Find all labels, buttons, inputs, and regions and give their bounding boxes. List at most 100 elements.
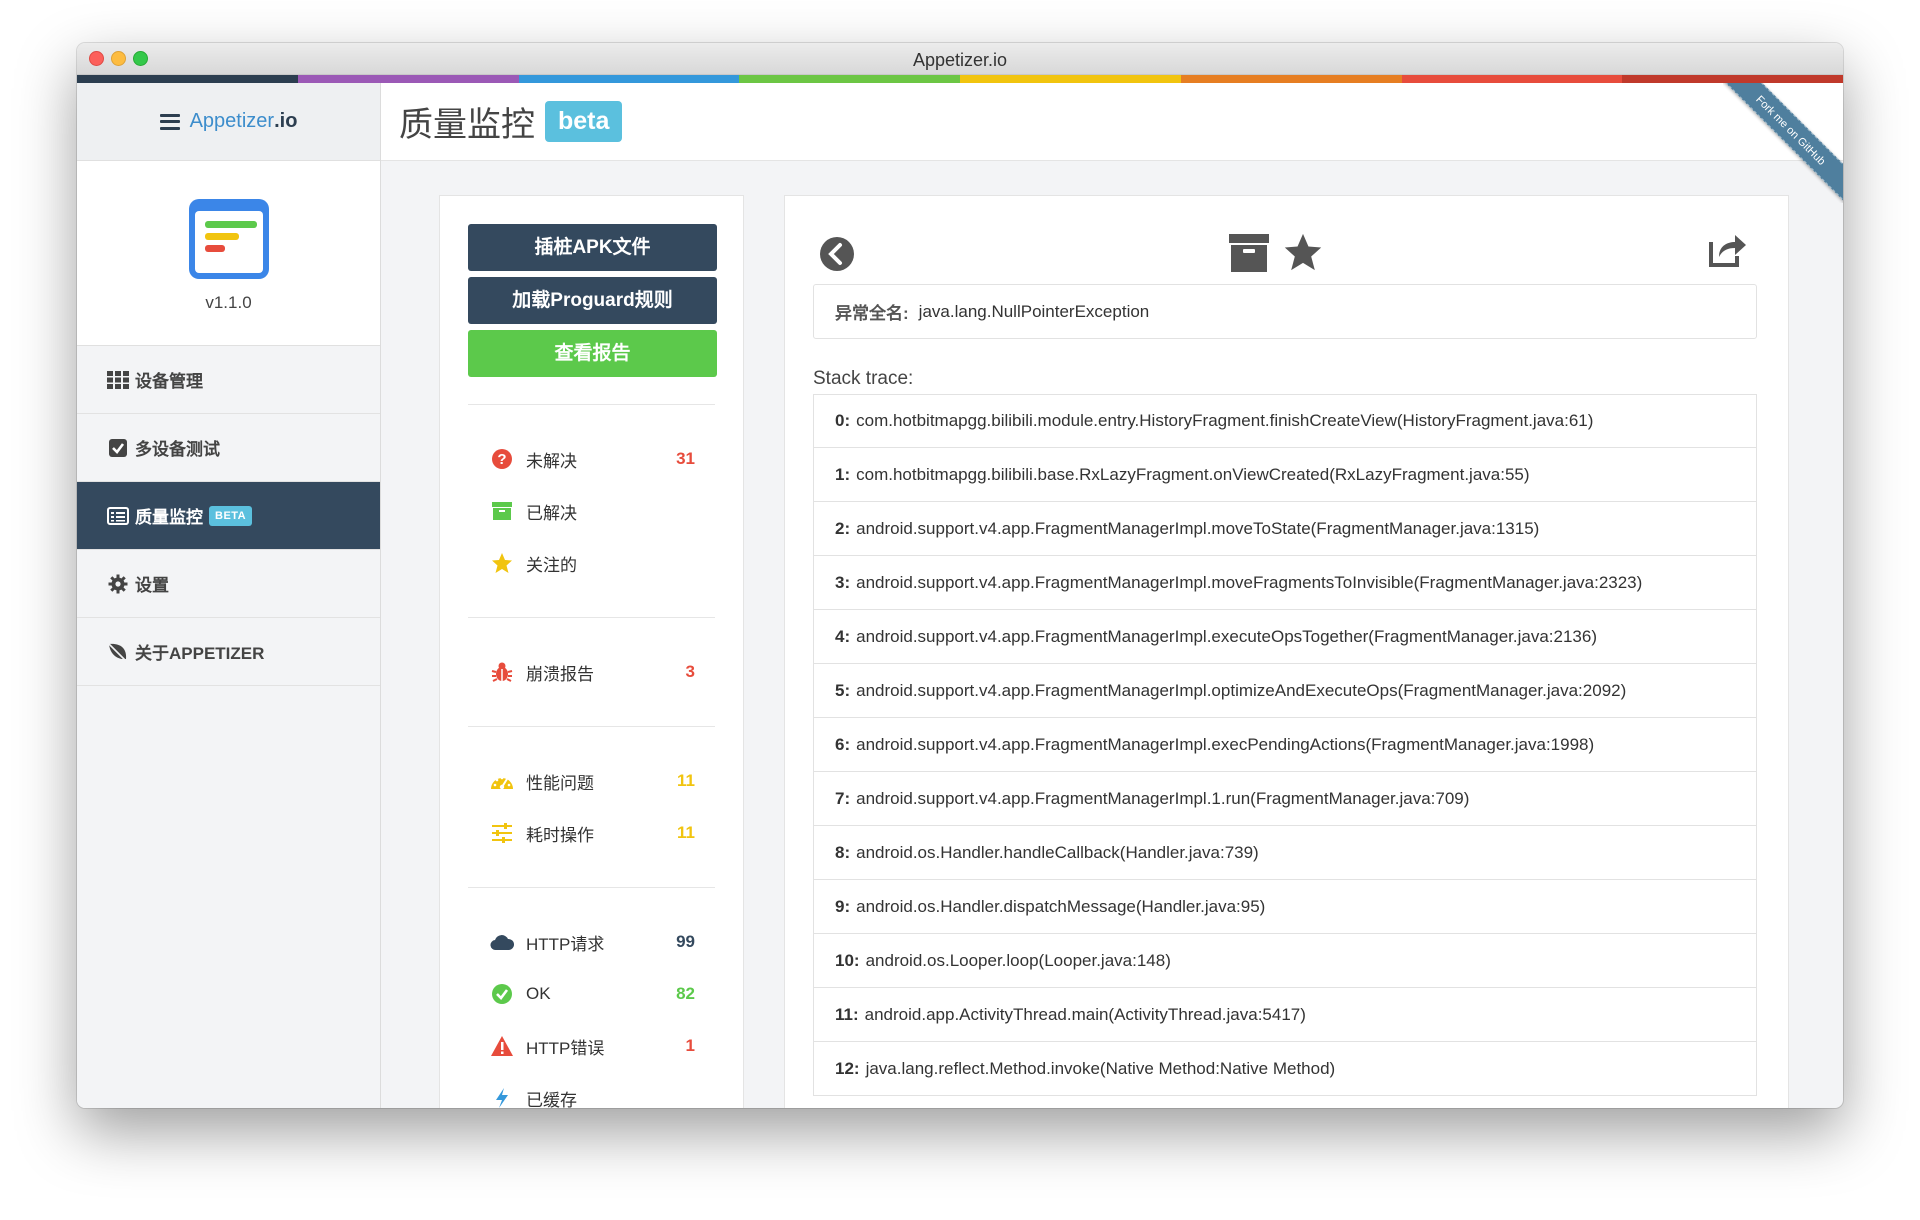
sidebar-item-label: 关于APPETIZER: [135, 644, 265, 663]
stack-frame-row[interactable]: 6: android.support.v4.app.FragmentManager…: [813, 718, 1757, 772]
filter-label: 关注的: [526, 555, 577, 575]
stack-frame-index: 7:: [835, 788, 851, 808]
sliders-icon: [490, 821, 514, 845]
filter-count: 11: [677, 771, 695, 790]
hamburger-menu-icon[interactable]: [159, 113, 180, 130]
checkbox-icon: [107, 437, 129, 459]
stack-frame-text: android.support.v4.app.FragmentManagerIm…: [856, 572, 1643, 592]
rainbow-segment: [77, 75, 298, 83]
stack-frame-text: android.os.Handler.dispatchMessage(Handl…: [856, 896, 1266, 916]
app-version: v1.1.0: [205, 293, 252, 312]
filter-http[interactable]: HTTP请求 99: [468, 916, 715, 968]
question-circle-icon: ?: [490, 447, 514, 471]
star-icon[interactable]: [1283, 232, 1323, 277]
stack-frame-index: 12:: [835, 1058, 860, 1078]
filter-label: HTTP错误: [526, 1038, 605, 1058]
stack-frame-text: android.support.v4.app.FragmentManagerIm…: [856, 788, 1470, 808]
stack-frame-text: android.os.Handler.handleCallback(Handle…: [856, 842, 1259, 862]
gear-icon: [107, 573, 129, 595]
sidebar-item-label: 多设备测试: [135, 440, 220, 459]
list-icon: [107, 505, 129, 527]
beta-badge: BETA: [209, 505, 253, 526]
archive-icon[interactable]: [1229, 234, 1269, 277]
filter-label: 性能问题: [526, 773, 594, 793]
stack-frame-row[interactable]: 10: android.os.Looper.loop(Looper.java:14…: [813, 934, 1757, 988]
exception-name: java.lang.NullPointerException: [918, 301, 1150, 321]
filter-label: HTTP请求: [526, 934, 605, 954]
rainbow-bar: [77, 75, 1843, 83]
stack-frame-row[interactable]: 5: android.support.v4.app.FragmentManager…: [813, 664, 1757, 718]
stack-frame-row[interactable]: 0: com.hotbitmapgg.bilibili.module.entry.…: [813, 394, 1757, 448]
stack-frame-row[interactable]: 11: android.app.ActivityThread.main(Activ…: [813, 988, 1757, 1042]
github-ribbon[interactable]: Fork me on GitHub: [1723, 83, 1843, 203]
instrument-apk-button[interactable]: 插桩APK文件: [468, 224, 717, 271]
page-header: 质量监控 beta Fork me on GitHub: [381, 83, 1843, 203]
filter-resolved[interactable]: 已解决: [468, 485, 715, 537]
svg-text:?: ?: [497, 451, 506, 468]
filter-performance[interactable]: 性能问题 11: [468, 755, 715, 807]
sidebar-item-label: 设置: [135, 576, 169, 595]
sidebar-item-about[interactable]: 关于APPETIZER: [77, 618, 380, 686]
app-window: Appetizer.io Appetizer .io v1.1.0 设备管理 多…: [77, 43, 1843, 1108]
rainbow-segment: [518, 75, 740, 83]
leaf-icon: [107, 641, 129, 663]
brand-header: Appetizer .io: [77, 83, 380, 161]
rainbow-segment: [297, 75, 519, 83]
stack-frame-row[interactable]: 12: java.lang.reflect.Method.invoke(Nativ…: [813, 1042, 1757, 1096]
brand-tld: .io: [274, 110, 298, 132]
detail-toolbar: [785, 196, 1788, 286]
page-beta-badge: beta: [545, 101, 623, 142]
app-logo-area: v1.1.0: [77, 161, 380, 346]
stack-frame-text: android.support.v4.app.FragmentManagerIm…: [856, 680, 1627, 700]
filter-count: 82: [676, 984, 695, 1003]
stack-frame-index: 4:: [835, 626, 851, 646]
stack-frame-row[interactable]: 3: android.support.v4.app.FragmentManager…: [813, 556, 1757, 610]
star-icon: [490, 551, 514, 575]
filter-count: 99: [676, 932, 695, 951]
stack-frame-index: 8:: [835, 842, 851, 862]
filter-label: OK: [526, 984, 551, 1003]
view-report-button[interactable]: 查看报告: [468, 330, 717, 377]
stack-frame-row[interactable]: 2: android.support.v4.app.FragmentManager…: [813, 502, 1757, 556]
stack-frame-row[interactable]: 8: android.os.Handler.handleCallback(Hand…: [813, 826, 1757, 880]
stack-frame-row[interactable]: 7: android.support.v4.app.FragmentManager…: [813, 772, 1757, 826]
back-chevron-icon[interactable]: [819, 236, 855, 277]
stack-frame-index: 1:: [835, 464, 851, 484]
sidebar-item-quality-monitor[interactable]: 质量监控 BETA: [77, 482, 380, 550]
filter-label: 已缓存: [526, 1090, 577, 1109]
filter-http-error[interactable]: HTTP错误 1: [468, 1020, 715, 1072]
github-ribbon-label[interactable]: Fork me on GitHub: [1723, 83, 1843, 203]
stack-frame-text: java.lang.reflect.Method.invoke(Native M…: [865, 1058, 1336, 1078]
stack-frame-row[interactable]: 4: android.support.v4.app.FragmentManager…: [813, 610, 1757, 664]
exception-detail-panel: 异常全名: java.lang.NullPointerException Sta…: [784, 195, 1789, 1108]
stack-frame-text: android.support.v4.app.FragmentManagerIm…: [856, 518, 1540, 538]
stack-frame-row[interactable]: 9: android.os.Handler.dispatchMessage(Han…: [813, 880, 1757, 934]
rainbow-segment: [1180, 75, 1402, 83]
rainbow-segment: [1401, 75, 1623, 83]
stack-frame-text: android.app.ActivityThread.main(Activity…: [864, 1004, 1306, 1024]
bolt-icon: [490, 1086, 514, 1108]
stack-frame-row[interactable]: 1: com.hotbitmapgg.bilibili.base.RxLazyFr…: [813, 448, 1757, 502]
filter-unresolved[interactable]: ? 未解决 31: [468, 433, 715, 485]
grid-icon: [107, 369, 129, 391]
filter-slow-ops[interactable]: 耗时操作 11: [468, 807, 715, 859]
stack-frame-text: android.os.Looper.loop(Looper.java:148): [865, 950, 1171, 970]
filter-ok[interactable]: OK 82: [468, 968, 715, 1020]
stack-frame-text: android.support.v4.app.FragmentManagerIm…: [856, 734, 1595, 754]
filter-starred[interactable]: 关注的: [468, 537, 715, 589]
sidebar-item-settings[interactable]: 设置: [77, 550, 380, 618]
filter-label: 耗时操作: [526, 825, 594, 845]
cloud-icon: [490, 930, 514, 954]
sidebar-item-multi-device-test[interactable]: 多设备测试: [77, 414, 380, 482]
share-icon[interactable]: [1707, 232, 1747, 273]
filter-cached[interactable]: 已缓存: [468, 1072, 715, 1108]
stack-frame-text: android.support.v4.app.FragmentManagerIm…: [856, 626, 1597, 646]
sidebar: Appetizer .io v1.1.0 设备管理 多设备测试 质量监控 BET…: [77, 83, 381, 1108]
sidebar-item-device-management[interactable]: 设备管理: [77, 346, 380, 414]
exception-name-box: 异常全名: java.lang.NullPointerException: [813, 284, 1757, 339]
filter-crash[interactable]: 崩溃报告 3: [468, 646, 715, 698]
brand-name: Appetizer: [189, 110, 275, 132]
stack-frame-index: 2:: [835, 518, 851, 538]
check-circle-icon: [490, 982, 514, 1006]
load-proguard-button[interactable]: 加载Proguard规则: [468, 277, 717, 324]
